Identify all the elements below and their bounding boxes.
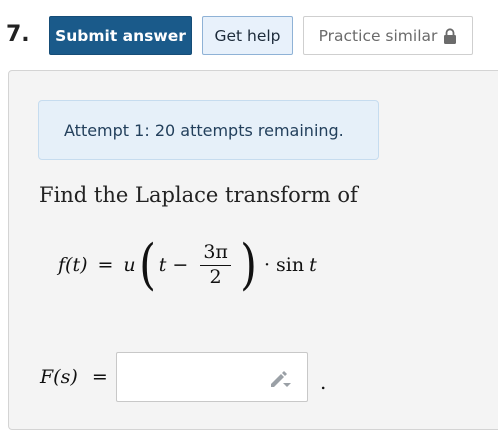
step-function-symbol: u (123, 254, 136, 276)
fraction-numerator: 3π (200, 242, 231, 266)
sine-argument: t (309, 254, 317, 276)
lock-icon (444, 27, 457, 44)
fraction-denominator: 2 (209, 265, 222, 288)
problem-prompt: Find the Laplace transform of (39, 183, 358, 207)
answer-equals: = (91, 366, 108, 388)
answer-input[interactable] (116, 352, 308, 402)
function-lhs: f(t) (58, 254, 88, 276)
minus-sign: − (172, 254, 189, 276)
function-equation: f(t) = u ( t − 3π 2 ) · sin t (58, 230, 317, 300)
pencil-icon[interactable] (269, 370, 291, 388)
submit-answer-button[interactable]: Submit answer (49, 16, 192, 55)
get-help-button[interactable]: Get help (202, 16, 293, 55)
answer-label: F(s) = (40, 366, 108, 388)
equals-sign: = (97, 254, 114, 276)
fraction: 3π 2 (200, 242, 231, 288)
answer-period: . (320, 370, 327, 394)
answer-function: F(s) (40, 366, 78, 388)
practice-similar-label: Practice similar (318, 26, 438, 45)
variable-t: t (158, 254, 167, 276)
left-paren: ( (138, 233, 156, 296)
dot-operator: · (263, 254, 271, 276)
right-paren: ) (239, 233, 257, 296)
attempt-notice: Attempt 1: 20 attempts remaining. (38, 100, 379, 160)
question-number: 7. (6, 22, 30, 47)
sine-function: sin (276, 254, 305, 276)
practice-similar-button[interactable]: Practice similar (303, 16, 473, 55)
